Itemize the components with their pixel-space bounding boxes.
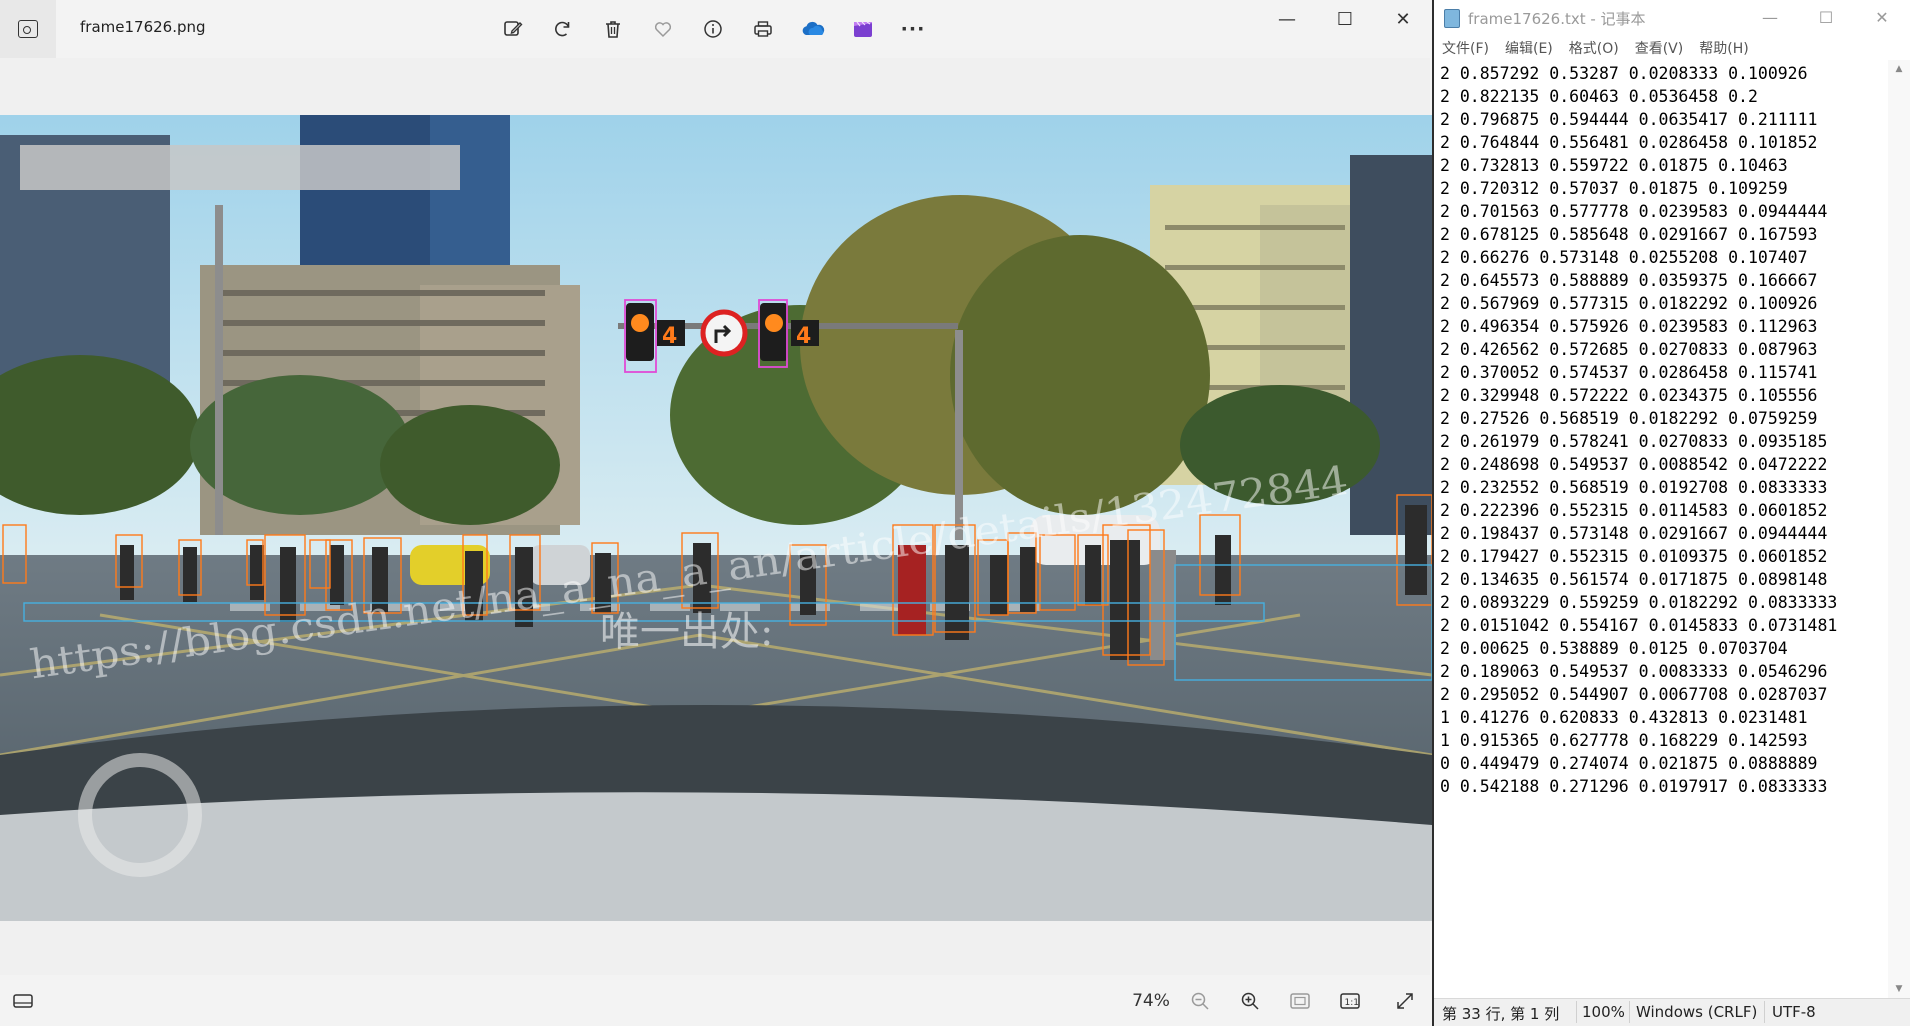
dashcam-photo[interactable]: 4 4 唯一出处: https://blog.csdn.net/na_a_na_… (0, 115, 1432, 921)
notepad-titlebar: frame17626.txt - 记事本 — ☐ ✕ (1434, 0, 1910, 36)
text-line: 2 0.370052 0.574537 0.0286458 0.115741 (1440, 363, 1818, 382)
text-line: 2 0.248698 0.549537 0.0088542 0.0472222 (1440, 455, 1828, 474)
edit-image-icon (504, 21, 523, 36)
svg-text:1:1: 1:1 (1345, 998, 1359, 1008)
photos-window: frame17626.png ··· — ☐ ✕ 4 4 唯一出处: https… (0, 0, 1432, 1026)
more-button[interactable]: ··· (897, 13, 929, 45)
delete-button[interactable] (597, 13, 629, 45)
text-line: 2 0.796875 0.594444 0.0635417 0.211111 (1440, 110, 1818, 129)
close-button[interactable]: ✕ (1374, 0, 1432, 38)
notepad-menubar: 文件(F) 编辑(E) 格式(O) 查看(V) 帮助(H) (1434, 36, 1910, 60)
notepad-close-button[interactable]: ✕ (1854, 0, 1910, 34)
text-line: 2 0.567969 0.577315 0.0182292 0.100926 (1440, 294, 1818, 313)
text-line: 2 0.189063 0.549537 0.0083333 0.0546296 (1440, 662, 1828, 681)
maximize-button[interactable]: ☐ (1316, 0, 1374, 38)
text-line: 2 0.134635 0.561574 0.0171875 0.0898148 (1440, 570, 1828, 589)
notepad-window: frame17626.txt - 记事本 — ☐ ✕ 文件(F) 编辑(E) 格… (1432, 0, 1910, 1026)
menu-view[interactable]: 查看(V) (1627, 36, 1692, 60)
zoom-level: 74% (1132, 991, 1170, 1011)
notepad-minimize-button[interactable]: — (1742, 0, 1798, 34)
text-line: 2 0.496354 0.575926 0.0239583 0.112963 (1440, 317, 1818, 336)
text-line: 2 0.222396 0.552315 0.0114583 0.0601852 (1440, 501, 1828, 520)
photos-app-icon[interactable] (0, 0, 56, 58)
zoom-in-icon (1241, 992, 1259, 1010)
text-line: 2 0.179427 0.552315 0.0109375 0.0601852 (1440, 547, 1828, 566)
minimize-button[interactable]: — (1258, 0, 1316, 38)
fit-to-window-button[interactable] (1285, 987, 1315, 1015)
text-line: 2 0.426562 0.572685 0.0270833 0.087963 (1440, 340, 1818, 359)
rotate-icon (555, 21, 570, 37)
text-line: 2 0.00625 0.538889 0.0125 0.0703704 (1440, 639, 1788, 658)
notepad-scrollbar[interactable]: ▲ ▼ (1888, 60, 1910, 998)
text-line: 2 0.295052 0.544907 0.0067708 0.0287037 (1440, 685, 1828, 704)
photos-titlebar: frame17626.png ··· — ☐ ✕ (0, 0, 1430, 58)
text-line: 2 0.764844 0.556481 0.0286458 0.101852 (1440, 133, 1818, 152)
street-scene-image: 4 4 唯一出处: https://blog.csdn.net/na_a_na_… (0, 115, 1432, 921)
delete-icon (606, 21, 620, 38)
countdown-digit-right: 4 (796, 324, 811, 349)
actual-size-icon: 1:1 (1340, 993, 1360, 1009)
scroll-up-icon[interactable]: ▲ (1888, 60, 1910, 78)
line-ending: Windows (CRLF) (1636, 1003, 1758, 1021)
countdown-digit-left: 4 (662, 324, 677, 349)
rotate-button[interactable] (547, 13, 579, 45)
favorite-button[interactable] (647, 13, 679, 45)
text-line: 2 0.701563 0.577778 0.0239583 0.0944444 (1440, 202, 1828, 221)
text-line: 2 0.720312 0.57037 0.01875 0.109259 (1440, 179, 1788, 198)
edit-image-button[interactable] (497, 13, 529, 45)
expand-icon (1397, 993, 1413, 1009)
text-line: 2 0.678125 0.585648 0.0291667 0.167593 (1440, 225, 1818, 244)
text-line: 2 0.66276 0.573148 0.0255208 0.107407 (1440, 248, 1808, 267)
text-line: 2 0.732813 0.559722 0.01875 0.10463 (1440, 156, 1788, 175)
text-line: 2 0.857292 0.53287 0.0208333 0.100926 (1440, 64, 1808, 83)
fullscreen-button[interactable] (1390, 987, 1420, 1015)
text-line: 2 0.27526 0.568519 0.0182292 0.0759259 (1440, 409, 1818, 428)
text-line: 1 0.41276 0.620833 0.432813 0.0231481 (1440, 708, 1808, 727)
text-line: 2 0.198437 0.573148 0.0291667 0.0944444 (1440, 524, 1828, 543)
text-line: 2 0.0151042 0.554167 0.0145833 0.0731481 (1440, 616, 1838, 635)
notepad-status-bar: 第 33 行, 第 1 列 100% Windows (CRLF) UTF-8 (1434, 998, 1910, 1026)
text-line: 1 0.915365 0.627778 0.168229 0.142593 (1440, 731, 1808, 750)
text-line: 2 0.0893229 0.559259 0.0182292 0.0833333 (1440, 593, 1838, 612)
filmstrip-button[interactable] (6, 987, 40, 1015)
heart-icon (654, 22, 672, 38)
info-icon (704, 20, 722, 38)
scroll-down-icon[interactable]: ▼ (1888, 980, 1910, 998)
notepad-title: frame17626.txt - 记事本 (1468, 10, 1646, 28)
menu-help[interactable]: 帮助(H) (1691, 36, 1756, 60)
text-line: 2 0.822135 0.60463 0.0536458 0.2 (1440, 87, 1758, 106)
zoom-out-icon (1191, 992, 1209, 1010)
menu-file[interactable]: 文件(F) (1434, 36, 1497, 60)
video-editor-icon (854, 21, 872, 37)
fit-window-icon (1290, 993, 1310, 1009)
photo-filename: frame17626.png (80, 18, 206, 36)
menu-format[interactable]: 格式(O) (1561, 36, 1627, 60)
onedrive-button[interactable] (797, 13, 829, 45)
text-line: 2 0.645573 0.588889 0.0359375 0.166667 (1440, 271, 1818, 290)
text-line: 2 0.261979 0.578241 0.0270833 0.0935185 (1440, 432, 1828, 451)
notepad-maximize-button[interactable]: ☐ (1798, 0, 1854, 34)
clipchamp-button[interactable] (847, 13, 879, 45)
actual-size-button[interactable]: 1:1 (1335, 987, 1365, 1015)
zoom-out-button[interactable] (1185, 987, 1215, 1015)
info-button[interactable] (697, 13, 729, 45)
menu-edit[interactable]: 编辑(E) (1497, 36, 1561, 60)
print-button[interactable] (747, 13, 779, 45)
watermark-label: 唯一出处: (600, 609, 773, 655)
cloud-icon (802, 21, 825, 35)
filmstrip-icon (13, 994, 33, 1008)
text-line: 0 0.542188 0.271296 0.0197917 0.0833333 (1440, 777, 1828, 796)
notepad-text-area[interactable]: 2 0.857292 0.53287 0.0208333 0.100926 2 0… (1434, 60, 1888, 998)
status-zoom: 100% (1582, 1003, 1625, 1021)
encoding: UTF-8 (1772, 1003, 1816, 1021)
text-line: 2 0.329948 0.572222 0.0234375 0.105556 (1440, 386, 1818, 405)
image-stage: 4 4 唯一出处: https://blog.csdn.net/na_a_na_… (0, 58, 1432, 975)
photos-bottom-bar: 74% 1:1 (0, 975, 1430, 1026)
notepad-app-icon (1444, 9, 1460, 28)
text-line: 0 0.449479 0.274074 0.021875 0.0888889 (1440, 754, 1818, 773)
zoom-in-button[interactable] (1235, 987, 1265, 1015)
print-icon (754, 21, 772, 37)
text-line: 2 0.232552 0.568519 0.0192708 0.0833333 (1440, 478, 1828, 497)
cursor-position: 第 33 行, 第 1 列 (1442, 1005, 1560, 1023)
